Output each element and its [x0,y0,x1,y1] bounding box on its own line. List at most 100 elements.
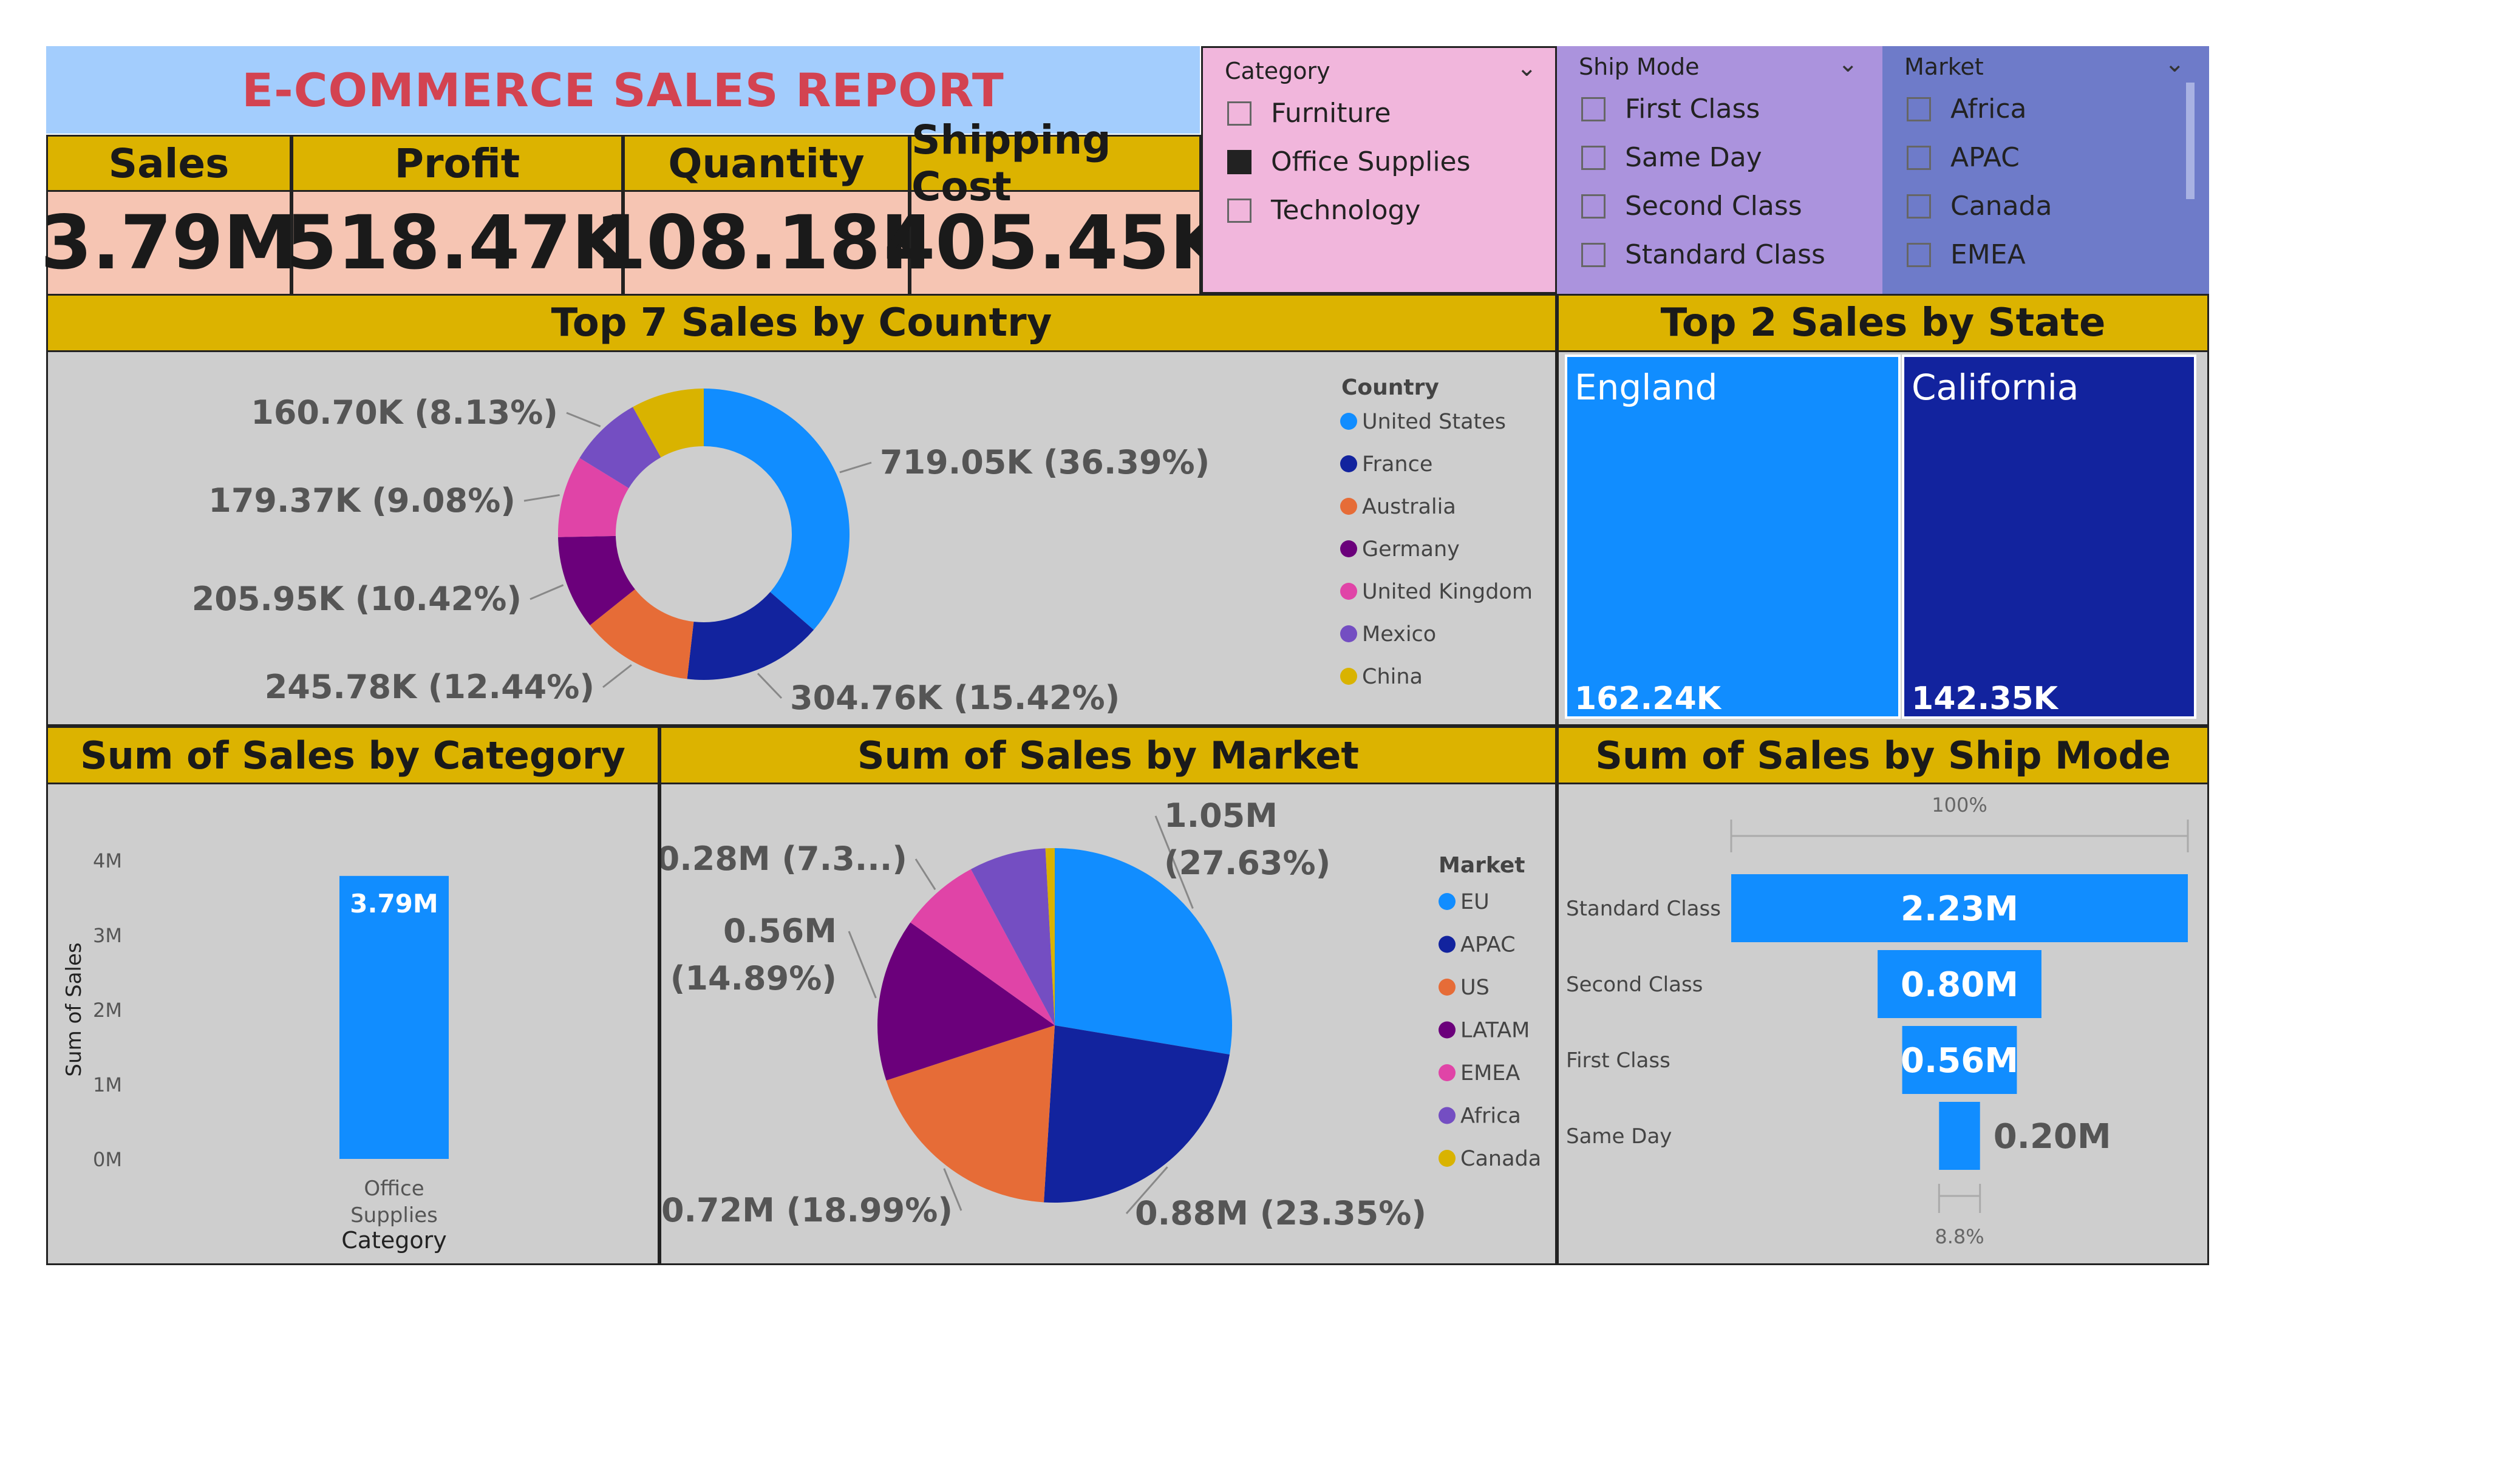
market-pie-chart: 1.05M (27.63%) 0.88M (23.35%) 0.72M (18.99%… [661,796,1541,1232]
slicer-item-first-class[interactable]: First Class [1581,93,1760,124]
legend-item: Mexico [1362,622,1436,647]
slicer-item-label: EMEA [1950,239,2026,270]
checkbox[interactable] [1907,97,1931,121]
kpi-label: Profit [293,137,621,192]
kpi-card-sales: Sales 3.79M [41,135,297,294]
kpi-value: 405.45K [884,192,1227,294]
chart-title: Top 7 Sales by Country [48,296,1555,352]
legend-marker [1439,936,1456,953]
legend-item: Africa [1460,1104,1521,1129]
slicer-item-office-supplies[interactable]: Office Supplies [1227,146,1471,177]
slicer-item-emea[interactable]: EMEA [1907,239,2026,270]
checkbox[interactable] [1227,149,1251,174]
treemap-value-label: 162.24K [1575,681,1722,717]
legend-item: Australia [1362,495,1456,519]
legend-marker [1340,540,1357,557]
slicer-item-furniture[interactable]: Furniture [1227,98,1391,129]
chart-title: Top 2 Sales by State [1559,296,2207,352]
market-slicer: Market ⌄ Africa APAC Canada EMEA [1882,46,2209,294]
slicer-item-label: Second Class [1625,191,1802,222]
slicer-item-second-class[interactable]: Second Class [1581,191,1802,222]
checkbox[interactable] [1227,198,1251,223]
kpi-card-profit: Profit 518.47K [285,135,629,294]
data-label: 179.37K (9.08%) [208,481,516,520]
y-tick-label: 4M [93,849,122,872]
legend-title: Market [1439,853,1525,878]
treemap-name-label: California [1912,367,2079,408]
legend-item: United Kingdom [1362,580,1533,604]
y-tick-label: 0M [93,1148,122,1171]
x-tick-label: Supplies [350,1203,438,1228]
data-label: 0.88M (23.35%) [1135,1194,1426,1232]
data-label: 1.05M [1164,796,1278,835]
slicer-item-label: Canada [1950,191,2052,222]
legend-item: EMEA [1460,1061,1520,1085]
funnel-top-percent-label: 100% [1932,793,1987,817]
slicer-item-same-day[interactable]: Same Day [1581,142,1762,173]
funnel-stage-label: First Class [1566,1048,1670,1073]
leader-line [523,494,560,502]
category-bar-panel: Sum of Sales by Category 0M 1M 2M 3M 4M Sum o… [46,726,659,1265]
checkbox[interactable] [1907,145,1931,170]
funnel-stage-label: Standard Class [1566,897,1721,921]
leader-line [839,461,872,474]
slicer-title: Ship Mode [1579,53,1700,80]
checkbox[interactable] [1907,194,1931,219]
data-label: 304.76K (15.42%) [790,679,1120,717]
legend-item: US [1460,976,1490,1000]
state-treemap-panel: Top 2 Sales by State England 162.24K Calif… [1557,294,2209,726]
kpi-value: 3.79M [41,192,297,294]
x-axis-label: Category [341,1227,447,1254]
chevron-down-icon[interactable]: ⌄ [2164,50,2185,78]
checkbox[interactable] [1581,97,1606,121]
pie-slice [1044,1025,1230,1203]
checkbox[interactable] [1907,242,1931,267]
legend-item: France [1362,452,1432,477]
y-tick-label: 1M [93,1073,122,1096]
slicer-item-label: APAC [1950,142,2020,173]
chart-title: Sum of Sales by Category [48,728,658,784]
slicer-item-apac[interactable]: APAC [1907,142,2020,173]
slicer-item-technology[interactable]: Technology [1227,195,1420,226]
y-tick-label: 2M [93,999,122,1022]
state-treemap-chart: England 162.24K California 142.35K [1565,355,2197,719]
chart-title: Sum of Sales by Ship Mode [1559,728,2207,784]
treemap-tile [1565,355,1901,719]
legend-marker [1340,498,1357,515]
legend-marker [1439,1107,1456,1124]
checkbox[interactable] [1581,194,1606,219]
kpi-label: Quantity [625,137,908,192]
leader-line [530,584,564,600]
slicer-title: Market [1904,53,1984,80]
leader-line [602,664,632,688]
kpi-value: 108.18K [594,192,938,294]
checkbox[interactable] [1581,242,1606,267]
legend-marker [1340,455,1357,472]
ship-mode-slicer: Ship Mode ⌄ First Class Same Day Second … [1557,46,1882,294]
slicer-title: Category [1225,58,1330,84]
slicer-item-standard-class[interactable]: Standard Class [1581,239,1825,270]
x-tick-label: Office [364,1177,424,1201]
chevron-down-icon[interactable]: ⌄ [1837,50,1858,78]
checkbox[interactable] [1581,145,1606,170]
chevron-down-icon[interactable]: ⌄ [1516,54,1537,82]
leader-line [757,673,783,699]
treemap-name-label: England [1575,367,1717,408]
data-label: 719.05K (36.39%) [880,443,1210,481]
data-label: 205.95K (10.42%) [192,580,522,618]
kpi-label: Sales [48,137,290,192]
data-label: 245.78K (12.44%) [265,668,594,706]
legend-marker [1439,1021,1456,1039]
checkbox[interactable] [1227,101,1251,126]
country-donut-chart: 719.05K (36.39%) 304.76K (15.42%) 245.78K … [192,375,1533,717]
slicer-item-label: Africa [1950,93,2027,124]
slicer-item-canada[interactable]: Canada [1907,191,2052,222]
data-label: 0.80M [1901,965,2018,1005]
slicer-item-africa[interactable]: Africa [1907,93,2027,124]
scrollbar[interactable] [2186,83,2195,199]
legend-item: United States [1362,410,1506,434]
legend-item: Canada [1460,1147,1541,1171]
country-donut-panel: Top 7 Sales by Country 719.05K (36.39%) 3… [46,294,1557,726]
legend-item: EU [1460,890,1490,914]
legend-item: China [1362,665,1423,689]
